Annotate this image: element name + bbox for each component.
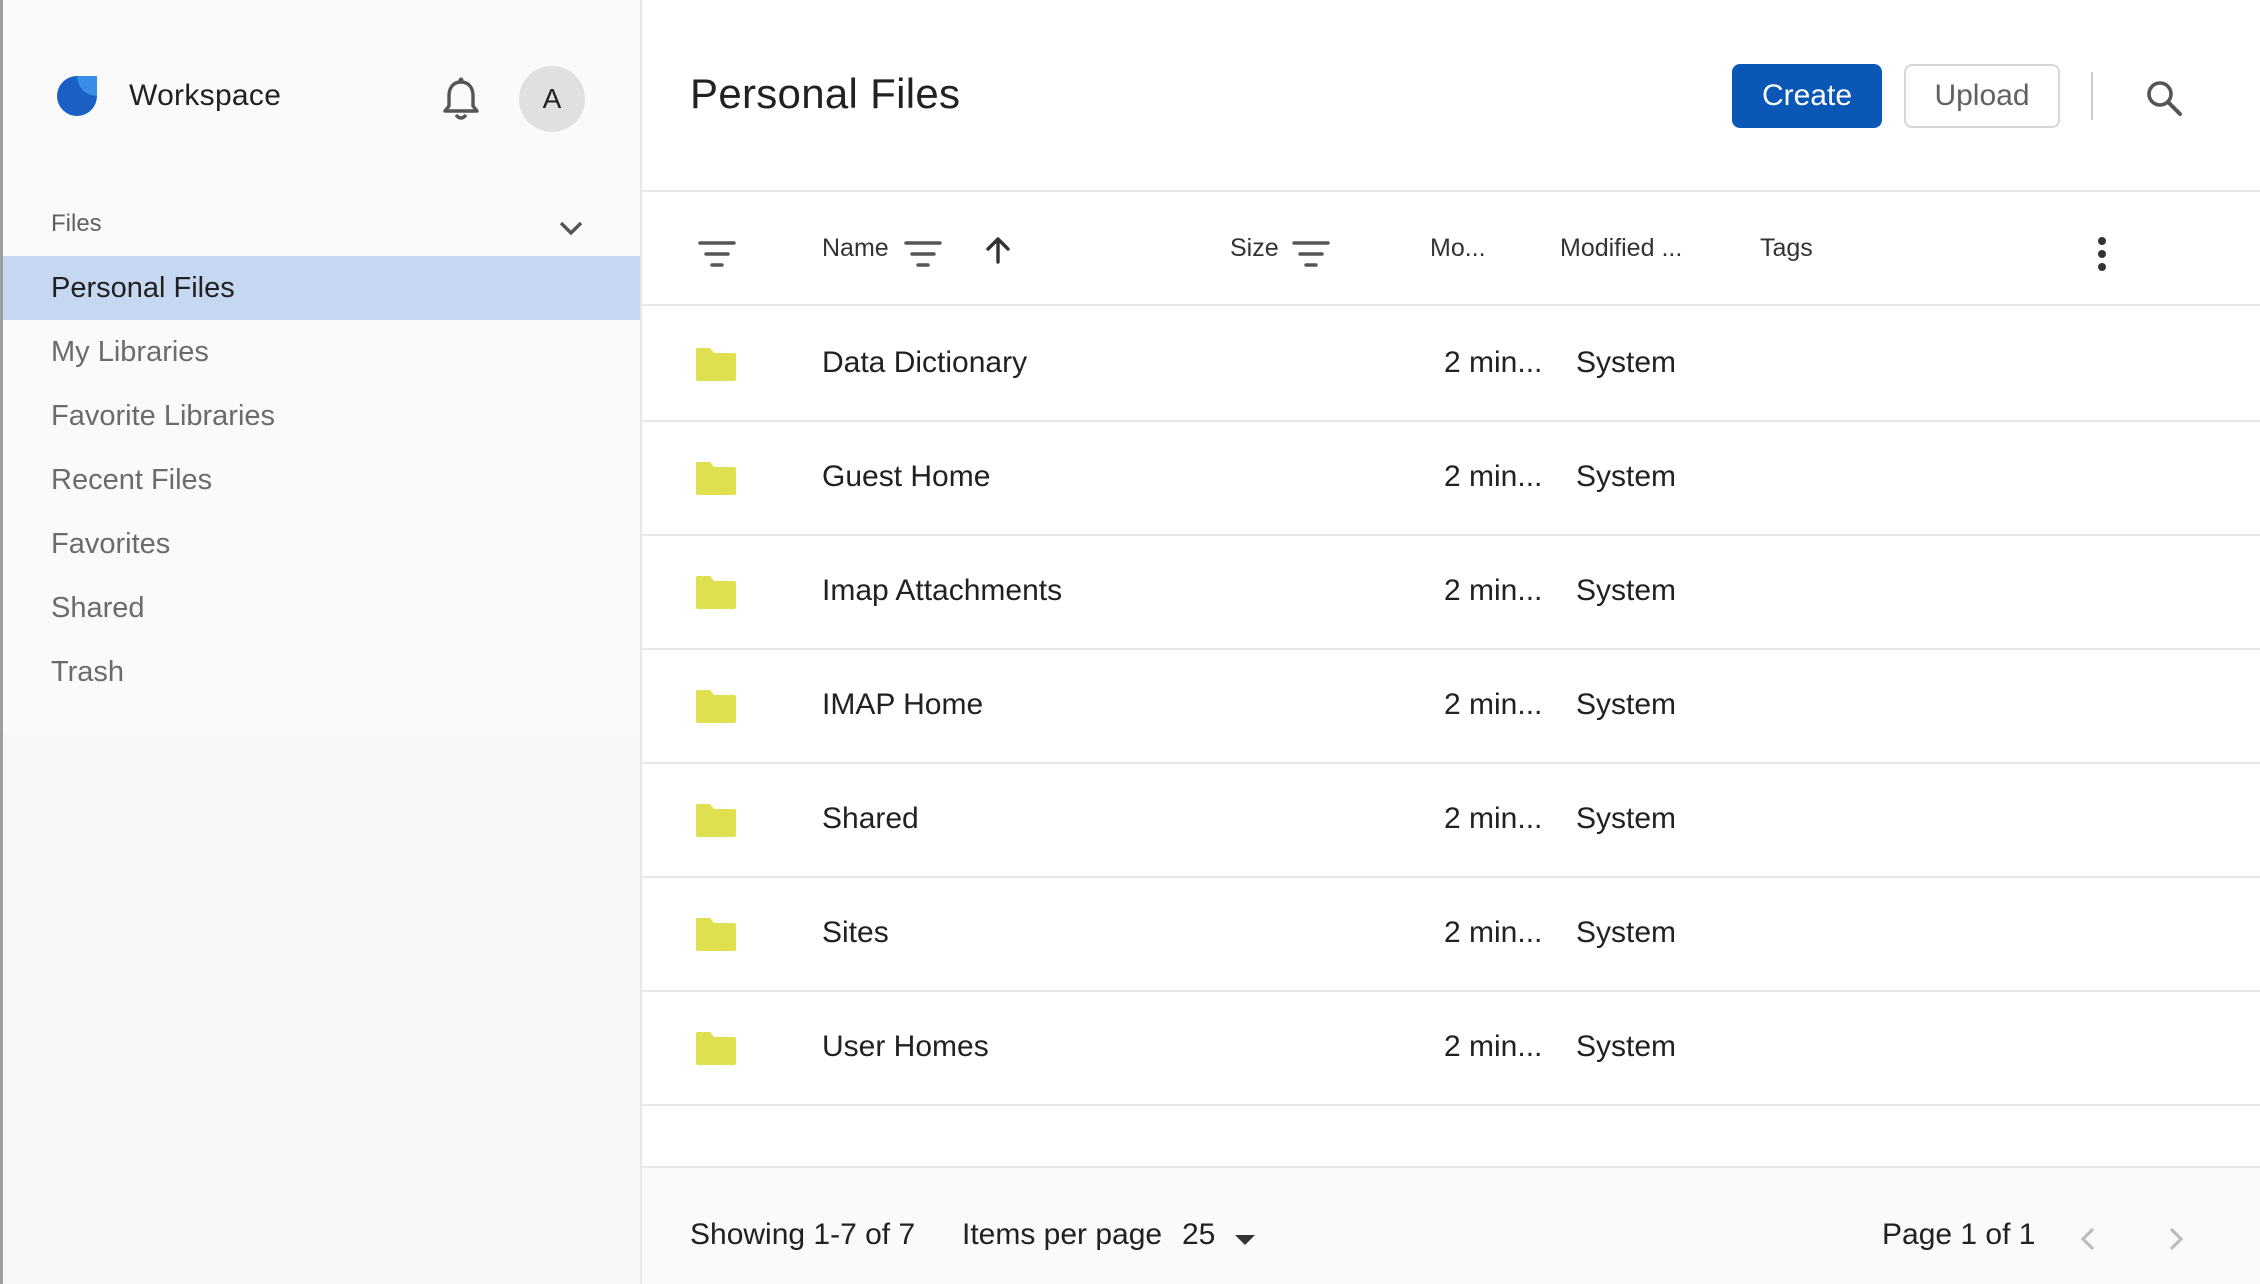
search-icon[interactable]: [2144, 78, 2184, 118]
folder-icon: [696, 348, 736, 381]
create-button[interactable]: Create: [1732, 64, 1882, 128]
app-title: Workspace: [129, 79, 282, 112]
cell-modified-by: System: [1576, 802, 1677, 835]
items-per-page-select[interactable]: 25: [1182, 1218, 1215, 1252]
table-row[interactable]: Data Dictionary 2 min... System: [642, 308, 2260, 422]
filter-icon[interactable]: [904, 240, 942, 268]
cell-modified-by: System: [1576, 688, 1677, 721]
items-per-page-label: Items per page: [962, 1218, 1163, 1251]
header-divider: [2091, 72, 2093, 120]
cell-modified: 2 min...: [1444, 802, 1543, 835]
sidebar-item-favorite-libraries[interactable]: Favorite Libraries: [3, 384, 640, 448]
sidebar-item-label: Recent Files: [51, 463, 213, 496]
folder-icon: [696, 462, 736, 495]
logo-icon: [57, 76, 97, 116]
sidebar-item-label: Favorites: [51, 527, 171, 560]
header: Personal Files Create Upload: [642, 0, 2260, 192]
cell-name[interactable]: Imap Attachments: [822, 574, 1062, 608]
sidebar-item-favorites[interactable]: Favorites: [3, 512, 640, 576]
cell-modified: 2 min...: [1444, 574, 1543, 607]
sidebar-item-label: Shared: [51, 591, 145, 624]
table-row[interactable]: Guest Home 2 min... System: [642, 422, 2260, 536]
sidebar-empty-area: [3, 734, 640, 1284]
pagination-footer: Showing 1-7 of 7 Items per page 25 Page …: [642, 1166, 2260, 1284]
files-section-header[interactable]: Files: [3, 204, 640, 244]
column-header-tags[interactable]: Tags: [1760, 234, 1813, 263]
cell-modified: 2 min...: [1444, 916, 1543, 949]
sidebar-item-recent-files[interactable]: Recent Files: [3, 448, 640, 512]
cell-modified: 2 min...: [1444, 1030, 1543, 1063]
table-row[interactable]: User Homes 2 min... System: [642, 992, 2260, 1106]
sidebar-item-label: Favorite Libraries: [51, 399, 276, 432]
sidebar-item-my-libraries[interactable]: My Libraries: [3, 320, 640, 384]
chevron-left-icon[interactable]: [2074, 1224, 2104, 1254]
cell-name[interactable]: Shared: [822, 802, 919, 836]
cell-modified: 2 min...: [1444, 460, 1543, 493]
table-row[interactable]: Imap Attachments 2 min... System: [642, 536, 2260, 650]
cell-name[interactable]: Guest Home: [822, 460, 990, 494]
column-header-modified[interactable]: Mo...: [1430, 234, 1486, 263]
cell-modified: 2 min...: [1444, 346, 1543, 379]
table-row[interactable]: Sites 2 min... System: [642, 878, 2260, 992]
column-header-name[interactable]: Name: [822, 234, 889, 263]
caret-down-icon[interactable]: [1234, 1234, 1256, 1246]
cell-name[interactable]: Sites: [822, 916, 889, 950]
upload-button[interactable]: Upload: [1904, 64, 2060, 128]
avatar-initial: A: [542, 83, 562, 114]
folder-icon: [696, 1032, 736, 1065]
chevron-right-icon[interactable]: [2160, 1224, 2190, 1254]
app: Workspace A Files Personal Files My Libr…: [0, 0, 2260, 1284]
bell-icon[interactable]: [439, 76, 483, 122]
cell-name[interactable]: Data Dictionary: [822, 346, 1027, 380]
folder-icon: [696, 918, 736, 951]
table-row[interactable]: IMAP Home 2 min... System: [642, 650, 2260, 764]
more-vert-icon[interactable]: [2096, 236, 2108, 272]
cell-modified-by: System: [1576, 346, 1677, 379]
files-section-label: Files: [51, 210, 102, 237]
sidebar-item-label: Trash: [51, 655, 125, 688]
cell-modified-by: System: [1576, 1030, 1677, 1063]
column-header-size[interactable]: Size: [1230, 234, 1279, 263]
cell-name[interactable]: User Homes: [822, 1030, 989, 1064]
showing-range: Showing 1-7 of 7: [690, 1218, 916, 1251]
column-header-modified-by[interactable]: Modified ...: [1560, 234, 1682, 263]
cell-modified-by: System: [1576, 460, 1677, 493]
page-title: Personal Files: [690, 70, 961, 117]
sidebar-item-personal-files[interactable]: Personal Files: [3, 256, 640, 320]
folder-icon: [696, 576, 736, 609]
filter-icon[interactable]: [698, 240, 736, 268]
sidebar-item-label: My Libraries: [51, 335, 209, 368]
table-body: Data Dictionary 2 min... System Guest Ho…: [642, 308, 2260, 1106]
folder-icon: [696, 804, 736, 837]
page-indicator: Page 1 of 1: [1882, 1218, 2036, 1251]
cell-modified-by: System: [1576, 574, 1677, 607]
cell-modified: 2 min...: [1444, 688, 1543, 721]
sidebar: Workspace A Files Personal Files My Libr…: [0, 0, 642, 1284]
sidebar-nav: Personal Files My Libraries Favorite Lib…: [3, 256, 640, 704]
folder-icon: [696, 690, 736, 723]
main-content: Personal Files Create Upload Name Size M…: [642, 0, 2260, 1284]
cell-name[interactable]: IMAP Home: [822, 688, 983, 722]
cell-modified-by: System: [1576, 916, 1677, 949]
sort-up-arrow-icon[interactable]: [984, 236, 1012, 264]
chevron-down-icon: [559, 221, 583, 236]
filter-icon[interactable]: [1292, 240, 1330, 268]
table-header: Name Size Mo... Modified ... Tags: [642, 194, 2260, 306]
table-row[interactable]: Shared 2 min... System: [642, 764, 2260, 878]
sidebar-item-label: Personal Files: [51, 271, 235, 304]
sidebar-item-trash[interactable]: Trash: [3, 640, 640, 704]
avatar[interactable]: A: [519, 66, 585, 132]
brand[interactable]: Workspace: [55, 60, 281, 132]
sidebar-item-shared[interactable]: Shared: [3, 576, 640, 640]
